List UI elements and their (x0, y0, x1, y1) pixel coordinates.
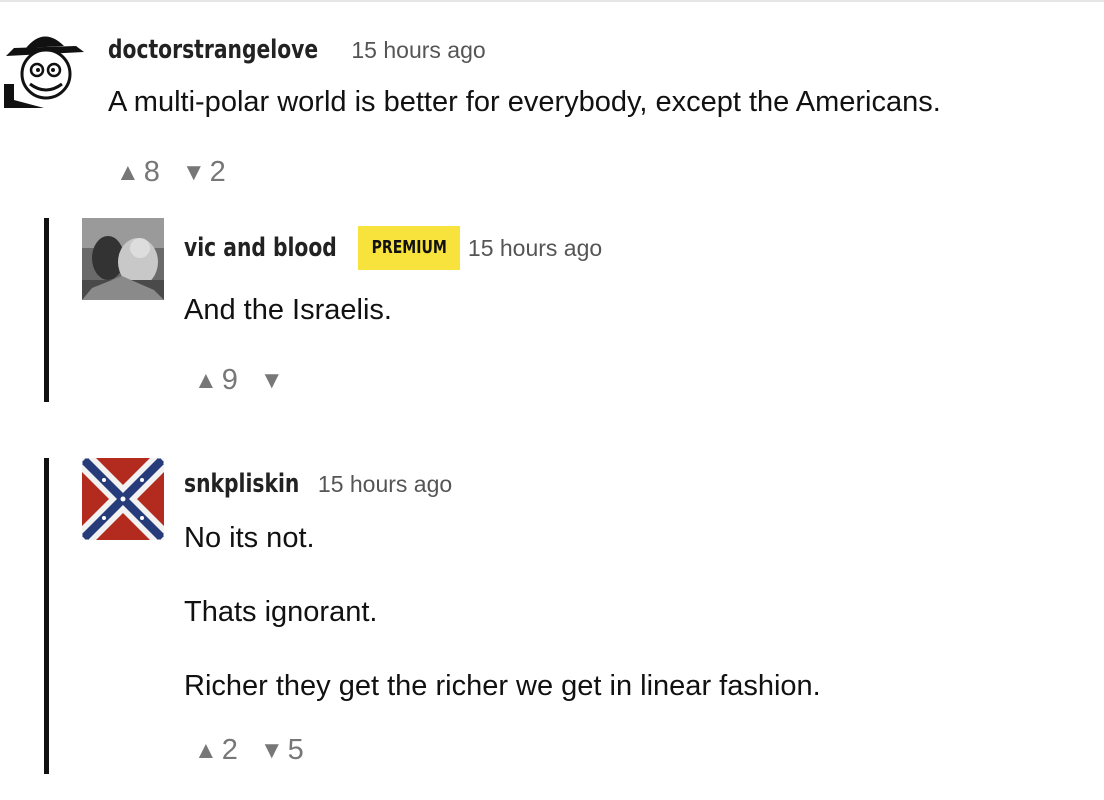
downvote-button[interactable]: ▼ 5 (260, 734, 304, 767)
flag-avatar-icon (82, 458, 164, 540)
downvote-count: 2 (209, 156, 226, 188)
downvote-icon: ▼ (181, 158, 206, 186)
comment-author[interactable]: vic and blood (184, 233, 337, 263)
downvote-button[interactable]: ▼ (259, 366, 288, 394)
reply-thread-bar (44, 218, 49, 402)
avatar[interactable] (82, 458, 164, 540)
comment-text: A multi-polar world is better for everyb… (108, 86, 941, 118)
upvote-icon: ▲ (116, 158, 140, 186)
comment-author[interactable]: snkpliskin (184, 469, 299, 499)
downvote-icon: ▼ (259, 366, 284, 394)
downvote-count: 5 (287, 734, 304, 766)
photo-avatar-icon (82, 218, 164, 300)
comment-text: And the Israelis. (184, 294, 392, 326)
upvote-count: 9 (221, 364, 238, 396)
cartoon-spy-avatar-icon (4, 26, 86, 108)
downvote-icon: ▼ (259, 736, 284, 764)
downvote-button[interactable]: ▼ 2 (182, 156, 226, 189)
upvote-icon: ▲ (194, 736, 218, 764)
upvote-button[interactable]: ▲ 9 (194, 364, 238, 397)
avatar[interactable] (82, 218, 164, 300)
premium-badge: PREMIUM (357, 226, 460, 270)
avatar[interactable] (4, 26, 86, 108)
upvote-button[interactable]: ▲ 8 (116, 156, 160, 189)
upvote-button[interactable]: ▲ 2 (194, 734, 238, 767)
comment-timestamp[interactable]: 15 hours ago (468, 235, 602, 262)
comment-timestamp[interactable]: 15 hours ago (351, 37, 485, 64)
top-divider (0, 0, 1104, 2)
comment-text-line-2: Thats ignorant. (184, 596, 378, 628)
comment-text-line-3: Richer they get the richer we get in lin… (184, 670, 821, 702)
reply-thread-bar (44, 458, 49, 774)
comment-timestamp[interactable]: 15 hours ago (318, 471, 452, 498)
upvote-icon: ▲ (194, 366, 218, 394)
upvote-count: 8 (143, 156, 160, 188)
upvote-count: 2 (221, 734, 238, 766)
comment-text-line-1: No its not. (184, 522, 315, 554)
comment-author[interactable]: doctorstrangelove (108, 35, 318, 65)
